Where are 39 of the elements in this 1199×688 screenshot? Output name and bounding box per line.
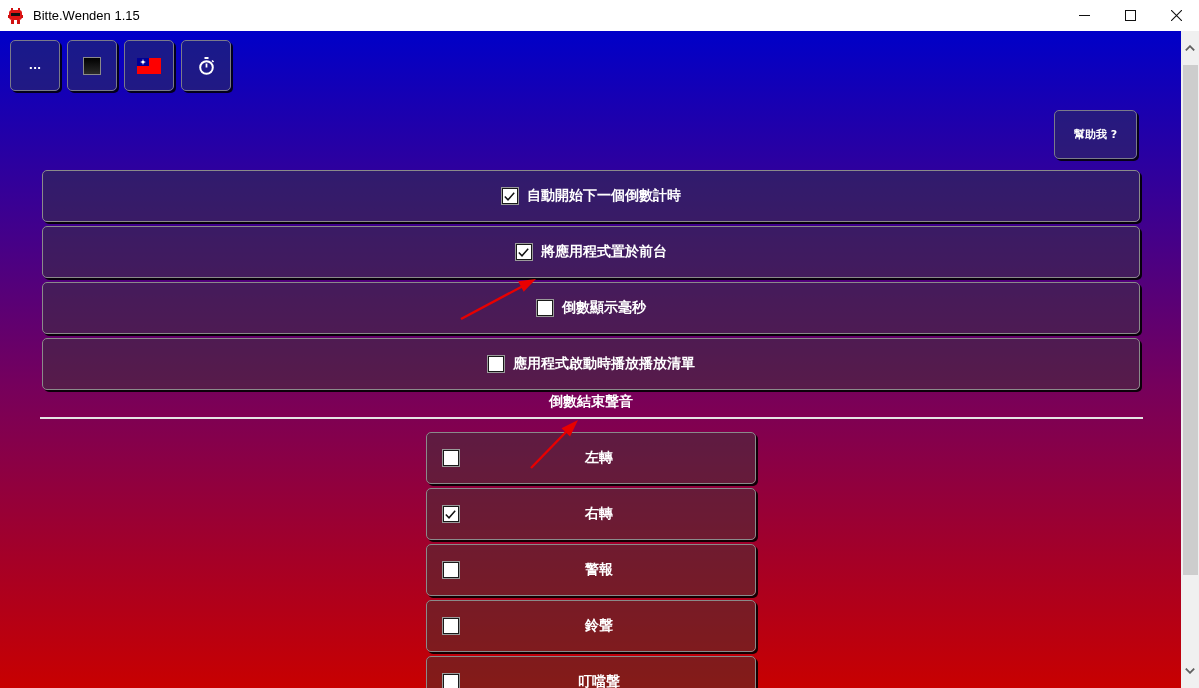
help-button[interactable]: 幫助我 ?	[1054, 110, 1137, 159]
checkmark-icon	[504, 191, 515, 201]
checkbox[interactable]	[442, 450, 459, 466]
stopwatch-icon	[197, 56, 215, 75]
language-button[interactable]	[124, 40, 174, 91]
swatch-icon	[83, 56, 101, 75]
scrollbar-thumb[interactable]	[1182, 65, 1198, 575]
color-button[interactable]	[67, 40, 117, 91]
section-heading: 倒數結束聲音	[548, 393, 633, 410]
timer-button[interactable]	[181, 40, 231, 91]
option-toggle[interactable]: 倒數顯示毫秒	[42, 282, 1140, 334]
checkbox[interactable]	[515, 244, 532, 260]
sound-option[interactable]: 鈴聲	[425, 600, 756, 652]
minimize-icon	[1078, 15, 1090, 16]
checkbox[interactable]	[442, 562, 459, 578]
flag-icon	[137, 57, 161, 74]
sound-option[interactable]: 叮噹聲	[425, 656, 756, 688]
checkmark-icon	[518, 247, 529, 257]
checkbox[interactable]	[501, 188, 518, 204]
sound-option[interactable]: 右轉	[425, 488, 756, 540]
checkbox[interactable]	[442, 506, 459, 522]
checkbox[interactable]	[442, 674, 459, 688]
scroll-up-icon[interactable]	[1185, 45, 1195, 51]
checkbox[interactable]	[536, 300, 553, 316]
checkmark-icon	[445, 509, 456, 519]
more-button[interactable]: ...	[10, 40, 60, 91]
option-toggle[interactable]: 自動開始下一個倒數計時	[42, 170, 1140, 222]
sound-option[interactable]: 左轉	[425, 432, 756, 484]
close-icon	[1170, 10, 1182, 21]
checkbox[interactable]	[442, 618, 459, 634]
window-title: Bitte.Wenden 1.15	[33, 8, 140, 23]
maximize-icon	[1124, 10, 1136, 21]
scroll-down-icon[interactable]	[1185, 668, 1195, 674]
robot-icon	[8, 7, 23, 24]
annotation-arrow	[528, 418, 580, 470]
option-toggle[interactable]: 應用程式啟動時播放播放清單	[42, 338, 1140, 390]
checkbox[interactable]	[487, 356, 504, 372]
sound-option[interactable]: 警報	[425, 544, 756, 596]
option-toggle[interactable]: 將應用程式置於前台	[42, 226, 1140, 278]
